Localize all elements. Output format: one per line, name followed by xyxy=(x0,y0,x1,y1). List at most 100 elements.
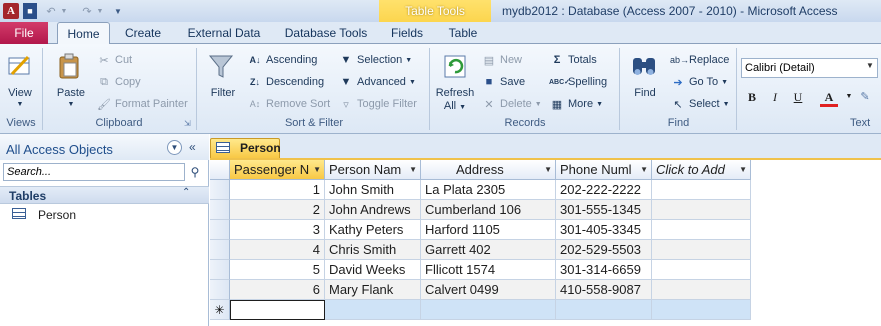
select-button[interactable]: ↖ Select ▼ xyxy=(670,95,729,113)
more-button[interactable]: ▦ More ▼ xyxy=(549,95,603,113)
cell-passenger-number[interactable]: 2 xyxy=(230,200,325,220)
cell-phone-number[interactable]: 202-529-5503 xyxy=(556,240,652,260)
cell-address[interactable]: Garrett 402 xyxy=(421,240,556,260)
cell-person-name[interactable]: John Andrews xyxy=(325,200,421,220)
undo-icon[interactable]: ↶ xyxy=(44,3,58,19)
cell-passenger-number[interactable]: 5 xyxy=(230,260,325,280)
shutter-bar-collapse-icon[interactable]: « xyxy=(189,140,196,154)
save-icon[interactable]: ■ xyxy=(23,3,37,19)
cell-phone-number[interactable]: 301-314-6659 xyxy=(556,260,652,280)
advanced-button[interactable]: ▼ Advanced ▼ xyxy=(338,73,416,91)
filter-button[interactable]: Filter xyxy=(205,87,241,99)
find-button[interactable]: Find xyxy=(626,87,664,99)
column-header-passenger-number[interactable]: Passenger N ▼ xyxy=(230,160,325,180)
cell-person-name[interactable]: Mary Flank xyxy=(325,280,421,300)
record-selector[interactable] xyxy=(210,240,230,260)
new-record-cell[interactable] xyxy=(325,300,421,320)
tab-external-data[interactable]: External Data xyxy=(182,22,266,44)
cell-phone-number[interactable]: 301-405-3345 xyxy=(556,220,652,240)
column-header-click-to-add[interactable]: Click to Add ▼ xyxy=(652,160,751,180)
redo-icon[interactable]: ↷ xyxy=(80,3,94,19)
cell-person-name[interactable]: John Smith xyxy=(325,180,421,200)
tab-table[interactable]: Table xyxy=(440,22,486,44)
column-dropdown-icon[interactable]: ▼ xyxy=(409,160,417,179)
redo-dropdown-icon[interactable]: ▼ xyxy=(96,3,104,19)
paste-button[interactable]: Paste xyxy=(52,87,90,99)
record-selector[interactable] xyxy=(210,180,230,200)
cell-person-name[interactable]: David Weeks xyxy=(325,260,421,280)
delete-record-button[interactable]: ✕ Delete ▼ xyxy=(481,95,541,113)
new-record-button[interactable]: ▤ New xyxy=(481,51,522,69)
remove-sort-button[interactable]: A↕ Remove Sort xyxy=(247,95,330,113)
new-record-cell[interactable] xyxy=(652,300,751,320)
new-record-cell[interactable] xyxy=(230,300,325,320)
column-dropdown-icon[interactable]: ▼ xyxy=(739,160,747,179)
spelling-button[interactable]: ABC✓ Spelling xyxy=(549,73,607,91)
record-selector[interactable] xyxy=(210,220,230,240)
goto-button[interactable]: ➔ Go To ▼ xyxy=(670,73,728,91)
column-dropdown-icon[interactable]: ▼ xyxy=(544,160,552,179)
access-app-icon[interactable]: A xyxy=(3,3,19,19)
cell-click-to-add[interactable] xyxy=(652,220,751,240)
undo-dropdown-icon[interactable]: ▼ xyxy=(60,3,68,19)
cell-click-to-add[interactable] xyxy=(652,180,751,200)
save-record-button[interactable]: ■ Save xyxy=(481,73,525,91)
underline-button[interactable]: U xyxy=(789,88,807,106)
tab-create[interactable]: Create xyxy=(118,22,168,44)
sort-descending-button[interactable]: Z↓ Descending xyxy=(247,73,324,91)
cell-address[interactable]: Calvert 0499 xyxy=(421,280,556,300)
tab-fields[interactable]: Fields xyxy=(383,22,431,44)
new-record-cell[interactable] xyxy=(421,300,556,320)
column-header-person-name[interactable]: Person Nam ▼ xyxy=(325,160,421,180)
cell-click-to-add[interactable] xyxy=(652,280,751,300)
cell-click-to-add[interactable] xyxy=(652,260,751,280)
new-record-marker[interactable]: ✳ xyxy=(210,300,230,320)
cell-person-name[interactable]: Chris Smith xyxy=(325,240,421,260)
nav-menu-dropdown-icon[interactable]: ▼ xyxy=(167,140,182,155)
font-name-combobox[interactable]: Calibri (Detail) xyxy=(741,58,878,78)
copy-button[interactable]: ⧉ Copy xyxy=(96,73,141,91)
column-header-phone-number[interactable]: Phone Numl ▼ xyxy=(556,160,652,180)
cell-address[interactable]: Harford 1105 xyxy=(421,220,556,240)
font-color-button[interactable]: A xyxy=(820,88,838,107)
cell-click-to-add[interactable] xyxy=(652,200,751,220)
cell-passenger-number[interactable]: 1 xyxy=(230,180,325,200)
clipboard-dialog-launcher-icon[interactable]: ⇲ xyxy=(184,118,191,128)
refresh-all-line2[interactable]: All ▼ xyxy=(433,100,477,112)
select-all-corner[interactable] xyxy=(210,160,230,180)
highlight-icon[interactable]: ✎ xyxy=(856,88,874,106)
cell-click-to-add[interactable] xyxy=(652,240,751,260)
column-dropdown-icon[interactable]: ▼ xyxy=(640,160,648,179)
cell-passenger-number[interactable]: 6 xyxy=(230,280,325,300)
replace-button[interactable]: ab→ Replace xyxy=(670,51,729,69)
tab-file[interactable]: File xyxy=(0,22,48,44)
customize-qat-icon[interactable]: ▼ xyxy=(112,3,124,19)
column-dropdown-icon[interactable]: ▼ xyxy=(313,160,321,179)
bold-button[interactable]: B xyxy=(743,88,761,106)
navigation-pane-title[interactable]: All Access Objects xyxy=(6,142,113,157)
cell-person-name[interactable]: Kathy Peters xyxy=(325,220,421,240)
refresh-all-button[interactable]: Refresh xyxy=(433,87,477,99)
column-header-address[interactable]: Address ▼ xyxy=(421,160,556,180)
view-button[interactable]: View xyxy=(2,87,38,99)
cell-address[interactable]: Fllicott 1574 xyxy=(421,260,556,280)
view-dropdown-icon[interactable]: ▼ xyxy=(2,101,38,108)
sort-ascending-button[interactable]: A↓ Ascending xyxy=(247,51,318,69)
selection-button[interactable]: ▼ Selection ▼ xyxy=(338,51,413,69)
cell-phone-number[interactable]: 202-222-2222 xyxy=(556,180,652,200)
cell-phone-number[interactable]: 301-555-1345 xyxy=(556,200,652,220)
cut-button[interactable]: ✂ Cut xyxy=(96,51,132,69)
search-icon[interactable]: ⚲ xyxy=(186,163,204,181)
font-dropdown-icon[interactable]: ▼ xyxy=(866,61,874,70)
cell-phone-number[interactable]: 410-558-9087 xyxy=(556,280,652,300)
record-selector[interactable] xyxy=(210,280,230,300)
cell-passenger-number[interactable]: 3 xyxy=(230,220,325,240)
cell-passenger-number[interactable]: 4 xyxy=(230,240,325,260)
toggle-filter-button[interactable]: ▿ Toggle Filter xyxy=(338,95,417,113)
record-selector[interactable] xyxy=(210,200,230,220)
italic-button[interactable]: I xyxy=(766,88,784,106)
totals-button[interactable]: Σ Totals xyxy=(549,51,597,69)
format-painter-button[interactable]: 🖌 Format Painter xyxy=(96,95,188,113)
nav-search-input[interactable]: Search... xyxy=(3,163,185,181)
collapse-group-icon[interactable]: ⌃ xyxy=(182,187,190,198)
